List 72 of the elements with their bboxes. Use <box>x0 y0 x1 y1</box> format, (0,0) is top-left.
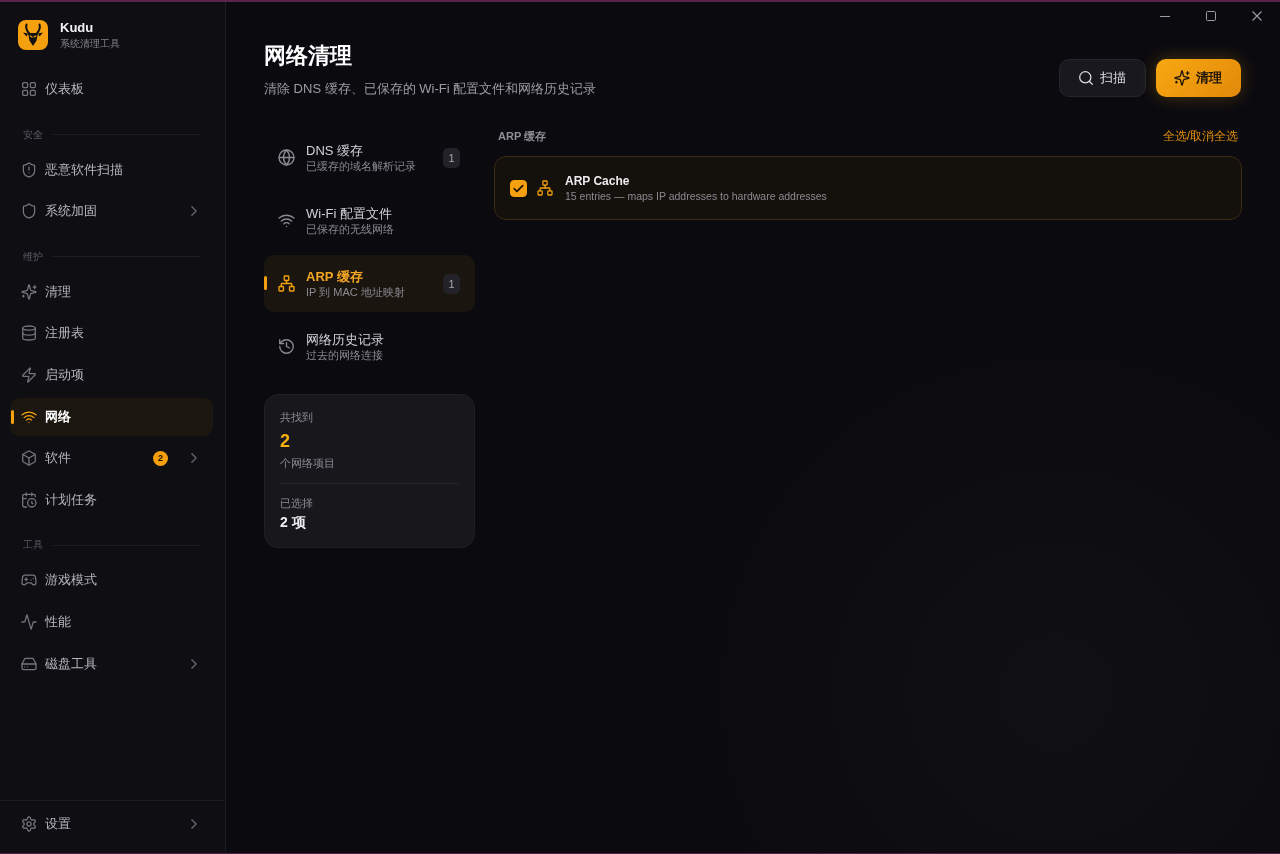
network-icon <box>279 276 294 291</box>
section-heading: ARP 缓存 <box>498 129 547 143</box>
category-title: ARP 缓存 <box>306 268 364 285</box>
sidebar-item[interactable]: 磁盘工具 <box>10 644 213 683</box>
maximize-icon <box>1206 11 1216 21</box>
gamepad-icon <box>22 573 36 588</box>
page-title: 网络清理 <box>264 42 353 70</box>
check-icon <box>514 184 523 192</box>
search-icon <box>1079 71 1093 85</box>
close-icon <box>1252 11 1262 21</box>
sidebar-item[interactable]: 仪表板 <box>10 70 213 108</box>
select-all-link[interactable]: 全选/取消全选 <box>1162 129 1238 143</box>
found-count: 2 <box>280 430 291 452</box>
database-icon <box>22 326 36 341</box>
page-subtitle: 清除 DNS 缓存、已保存的 Wi-Fi 配置文件和网络历史记录 <box>264 80 597 98</box>
wifi-icon <box>22 409 36 424</box>
category-title: DNS 缓存 <box>306 142 365 159</box>
shield-alert-icon <box>22 162 36 177</box>
sparkle-icon <box>22 284 36 299</box>
category-item[interactable]: Wi-Fi 配置文件 已保存的无线网络 <box>264 192 475 249</box>
sidebar-item[interactable]: 启动项 <box>10 355 213 394</box>
result-row[interactable]: ARP Cache 15 entries — maps IP addresses to hardware addresses <box>494 156 1242 220</box>
settings-icon <box>22 817 36 831</box>
count-badge: 1 <box>443 147 460 168</box>
clean-button[interactable]: 清理 <box>1156 59 1241 97</box>
globe-icon <box>279 150 294 165</box>
shield-icon <box>22 204 36 219</box>
network-icon <box>538 181 552 195</box>
category-title: 网络历史记录 <box>306 331 385 348</box>
grid-icon <box>22 82 36 96</box>
wifi-icon <box>279 213 294 228</box>
drive-icon <box>22 656 36 671</box>
sidebar-item[interactable]: 性能 <box>10 602 213 641</box>
category-item[interactable]: ARP 缓存 IP 到 MAC 地址映射 1 <box>264 255 475 312</box>
app-name: Kudu <box>60 20 95 36</box>
calendar-clock-icon <box>22 492 36 507</box>
item-title: ARP Cache <box>565 173 631 189</box>
sparkle-icon <box>1175 71 1189 85</box>
category-item[interactable]: DNS 缓存 已缓存的域名解析记录 1 <box>264 129 475 186</box>
section-label: 安全 <box>23 127 43 142</box>
lightning-icon <box>22 367 36 382</box>
category-item[interactable]: 网络历史记录 过去的网络连接 <box>264 318 475 375</box>
category-subtitle: 过去的网络连接 <box>306 348 384 362</box>
sidebar-item[interactable]: 网络 <box>10 397 213 436</box>
selected-count: 2 项 <box>280 513 307 531</box>
item-description: 15 entries — maps IP addresses to hardware addresses <box>565 189 827 203</box>
sidebar-item[interactable]: 注册表 <box>10 314 213 353</box>
sidebar-item[interactable]: 清理 <box>10 272 213 311</box>
sidebar-item[interactable]: 设置 <box>10 805 213 843</box>
summary-label: 已选择 <box>280 496 314 510</box>
sidebar-item[interactable]: 游戏模式 <box>10 561 213 600</box>
history-icon <box>279 339 294 354</box>
sidebar-item[interactable]: 计划任务 <box>10 480 213 519</box>
count-badge: 2 <box>153 450 168 466</box>
scan-button[interactable]: 扫描 <box>1059 59 1146 97</box>
sidebar-item[interactable]: 系统加固 <box>10 192 213 231</box>
app-tagline: 系统清理工具 <box>60 37 120 50</box>
sidebar-item[interactable]: 恶意软件扫描 <box>10 150 213 189</box>
section-label: 维护 <box>23 249 43 264</box>
summary-caption: 个网络项目 <box>280 456 336 470</box>
checkbox[interactable] <box>510 179 527 197</box>
antelope-head-icon <box>18 20 48 50</box>
category-subtitle: 已缓存的域名解析记录 <box>306 159 417 173</box>
pulse-icon <box>22 614 36 629</box>
summary-label: 共找到 <box>280 410 314 424</box>
cube-icon <box>22 451 36 466</box>
count-badge: 1 <box>443 273 460 294</box>
sidebar-item[interactable]: 软件 2 <box>10 439 213 478</box>
category-subtitle: IP 到 MAC 地址映射 <box>306 285 406 299</box>
minimize-icon <box>1160 15 1170 17</box>
category-subtitle: 已保存的无线网络 <box>306 222 395 236</box>
category-title: Wi-Fi 配置文件 <box>306 205 393 222</box>
